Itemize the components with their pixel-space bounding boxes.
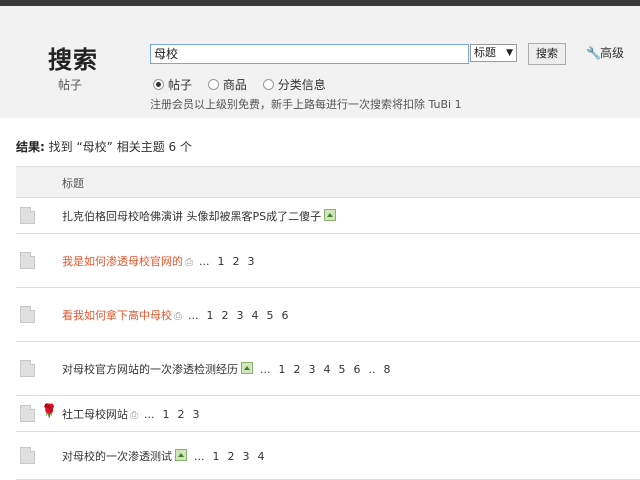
page-link[interactable]: 2 bbox=[294, 363, 301, 376]
page-link[interactable]: 1 bbox=[163, 408, 170, 421]
page-link[interactable]: 5 bbox=[267, 309, 274, 322]
page-link[interactable]: 4 bbox=[258, 450, 265, 463]
row-title-cell: 我是如何渗透母校官网的 ⎙... 1 2 3 bbox=[62, 253, 255, 269]
document-icon bbox=[20, 447, 35, 464]
wrench-icon: 🔧 bbox=[586, 46, 601, 60]
page-links: 123 bbox=[155, 408, 200, 421]
table-row: 扎克伯格回母校哈佛演讲 头像却被黑客PS成了二傻子 bbox=[16, 197, 640, 234]
page-gap: .. bbox=[368, 363, 376, 376]
image-attachment-icon bbox=[175, 449, 187, 461]
page-link[interactable]: 1 bbox=[207, 309, 214, 322]
page-subtitle: 帖子 bbox=[58, 78, 83, 92]
page-ellipsis: ... bbox=[199, 255, 210, 268]
thread-title-link[interactable]: 对母校的一次渗透测试 bbox=[62, 450, 172, 463]
search-type-select[interactable]: 标题 ▼ bbox=[470, 44, 517, 62]
page-title: 搜索 bbox=[48, 46, 98, 74]
search-type-value: 标题 bbox=[474, 46, 496, 59]
row-title-cell: 对母校的一次渗透测试... 1 2 3 4 bbox=[62, 448, 265, 464]
table-row: 我是如何渗透母校官网的 ⎙... 1 2 3 bbox=[16, 233, 640, 288]
page-link[interactable]: 1 bbox=[213, 450, 220, 463]
document-icon bbox=[20, 405, 35, 422]
page-link[interactable]: 2 bbox=[178, 408, 185, 421]
row-title-cell: 看我如何拿下高中母校 ⎙... 1 2 3 4 5 6 bbox=[62, 307, 289, 323]
chevron-down-icon: ▼ bbox=[506, 48, 513, 58]
page-ellipsis: ... bbox=[188, 309, 199, 322]
radio-goods-label[interactable]: 商品 bbox=[223, 78, 247, 92]
row-title-cell: 对母校官方网站的一次渗透检测经历... 1 2 3 4 5 6.. 8 bbox=[62, 361, 391, 377]
page-link[interactable]: 2 bbox=[222, 309, 229, 322]
thread-title-link[interactable]: 对母校官方网站的一次渗透检测经历 bbox=[62, 363, 238, 376]
thread-title-link[interactable]: 我是如何渗透母校官网的 bbox=[62, 255, 183, 268]
page-ellipsis: ... bbox=[194, 450, 205, 463]
page-link[interactable]: 3 bbox=[243, 450, 250, 463]
table-row: 对母校的一次渗透测试... 1 2 3 4 bbox=[16, 431, 640, 480]
search-scope-radios: 帖子 商品 分类信息 bbox=[153, 76, 338, 93]
page-links: 1 2 3 4 5 6.. 8 bbox=[271, 363, 391, 376]
radio-classifieds-label[interactable]: 分类信息 bbox=[278, 78, 326, 92]
thread-title-link[interactable]: 扎克伯格回母校哈佛演讲 头像却被黑客PS成了二傻子 bbox=[62, 210, 321, 223]
radio-classifieds[interactable] bbox=[262, 79, 274, 90]
page-link[interactable]: 3 bbox=[193, 408, 200, 421]
page-link[interactable]: 1 bbox=[279, 363, 286, 376]
result-summary: 结果: 找到 “母校” 相关主题 6 个 bbox=[16, 138, 192, 155]
advanced-search-link[interactable]: 🔧高级 bbox=[586, 44, 624, 61]
row-title-cell: 社工母校网站 ⎙... 1 2 3 bbox=[62, 406, 200, 422]
search-button[interactable]: 搜索 bbox=[528, 43, 566, 65]
search-cost-notice: 注册会员以上级别免费，新手上路每进行一次搜索将扣除 TuBi 1 bbox=[150, 98, 462, 111]
page-ellipsis: ... bbox=[144, 408, 155, 421]
page-link[interactable]: 2 bbox=[228, 450, 235, 463]
table-header: 标题 bbox=[16, 166, 640, 198]
page-link[interactable]: 3 bbox=[248, 255, 255, 268]
table-row: 对母校官方网站的一次渗透检测经历... 1 2 3 4 5 6.. 8 bbox=[16, 341, 640, 396]
radio-posts[interactable] bbox=[153, 79, 164, 90]
page-link[interactable]: 8 bbox=[384, 363, 391, 376]
page-link[interactable]: 4 bbox=[252, 309, 259, 322]
radio-goods[interactable] bbox=[207, 79, 219, 90]
page-links: 123 bbox=[210, 255, 255, 268]
row-title-cell: 扎克伯格回母校哈佛演讲 头像却被黑客PS成了二傻子 bbox=[62, 208, 339, 224]
radio-posts-label[interactable]: 帖子 bbox=[168, 78, 192, 92]
page-link[interactable]: 4 bbox=[324, 363, 331, 376]
page-link[interactable]: 3 bbox=[309, 363, 316, 376]
paperclip-icon: ⎙ bbox=[130, 410, 138, 421]
document-icon bbox=[20, 360, 35, 377]
page-link[interactable]: 6 bbox=[282, 309, 289, 322]
paperclip-icon: ⎙ bbox=[174, 311, 182, 322]
image-attachment-icon bbox=[241, 362, 253, 374]
page-link[interactable]: 1 bbox=[218, 255, 225, 268]
page-link[interactable]: 6 bbox=[354, 363, 361, 376]
image-attachment-icon bbox=[324, 209, 337, 221]
table-row: 看我如何拿下高中母校 ⎙... 1 2 3 4 5 6 bbox=[16, 287, 640, 342]
page-ellipsis: ... bbox=[260, 363, 271, 376]
search-input[interactable]: 母校 bbox=[150, 44, 469, 64]
page-links: 123456 bbox=[199, 309, 289, 322]
paperclip-icon: ⎙ bbox=[185, 257, 193, 268]
table-row: 🌹 社工母校网站 ⎙... 1 2 3 bbox=[16, 395, 640, 432]
thread-title-link[interactable]: 看我如何拿下高中母校 bbox=[62, 309, 172, 322]
page-links: 1234 bbox=[205, 450, 265, 463]
page-link[interactable]: 5 bbox=[339, 363, 346, 376]
advanced-label: 高级 bbox=[600, 46, 625, 60]
page-link[interactable]: 2 bbox=[233, 255, 240, 268]
document-icon bbox=[20, 207, 35, 224]
thread-title-link[interactable]: 社工母校网站 bbox=[62, 408, 128, 421]
document-icon bbox=[20, 306, 35, 323]
result-text: 找到 “母校” 相关主题 6 个 bbox=[48, 140, 192, 154]
flower-icon: 🌹 bbox=[41, 404, 58, 419]
page-link[interactable]: 3 bbox=[237, 309, 244, 322]
column-title: 标题 bbox=[62, 177, 84, 190]
document-icon bbox=[20, 252, 35, 269]
search-header: 搜索 帖子 母校 标题 ▼ 搜索 🔧高级 帖子 商品 分类信息 注册会员以上级别… bbox=[0, 6, 640, 118]
result-prefix: 结果: bbox=[16, 140, 45, 154]
